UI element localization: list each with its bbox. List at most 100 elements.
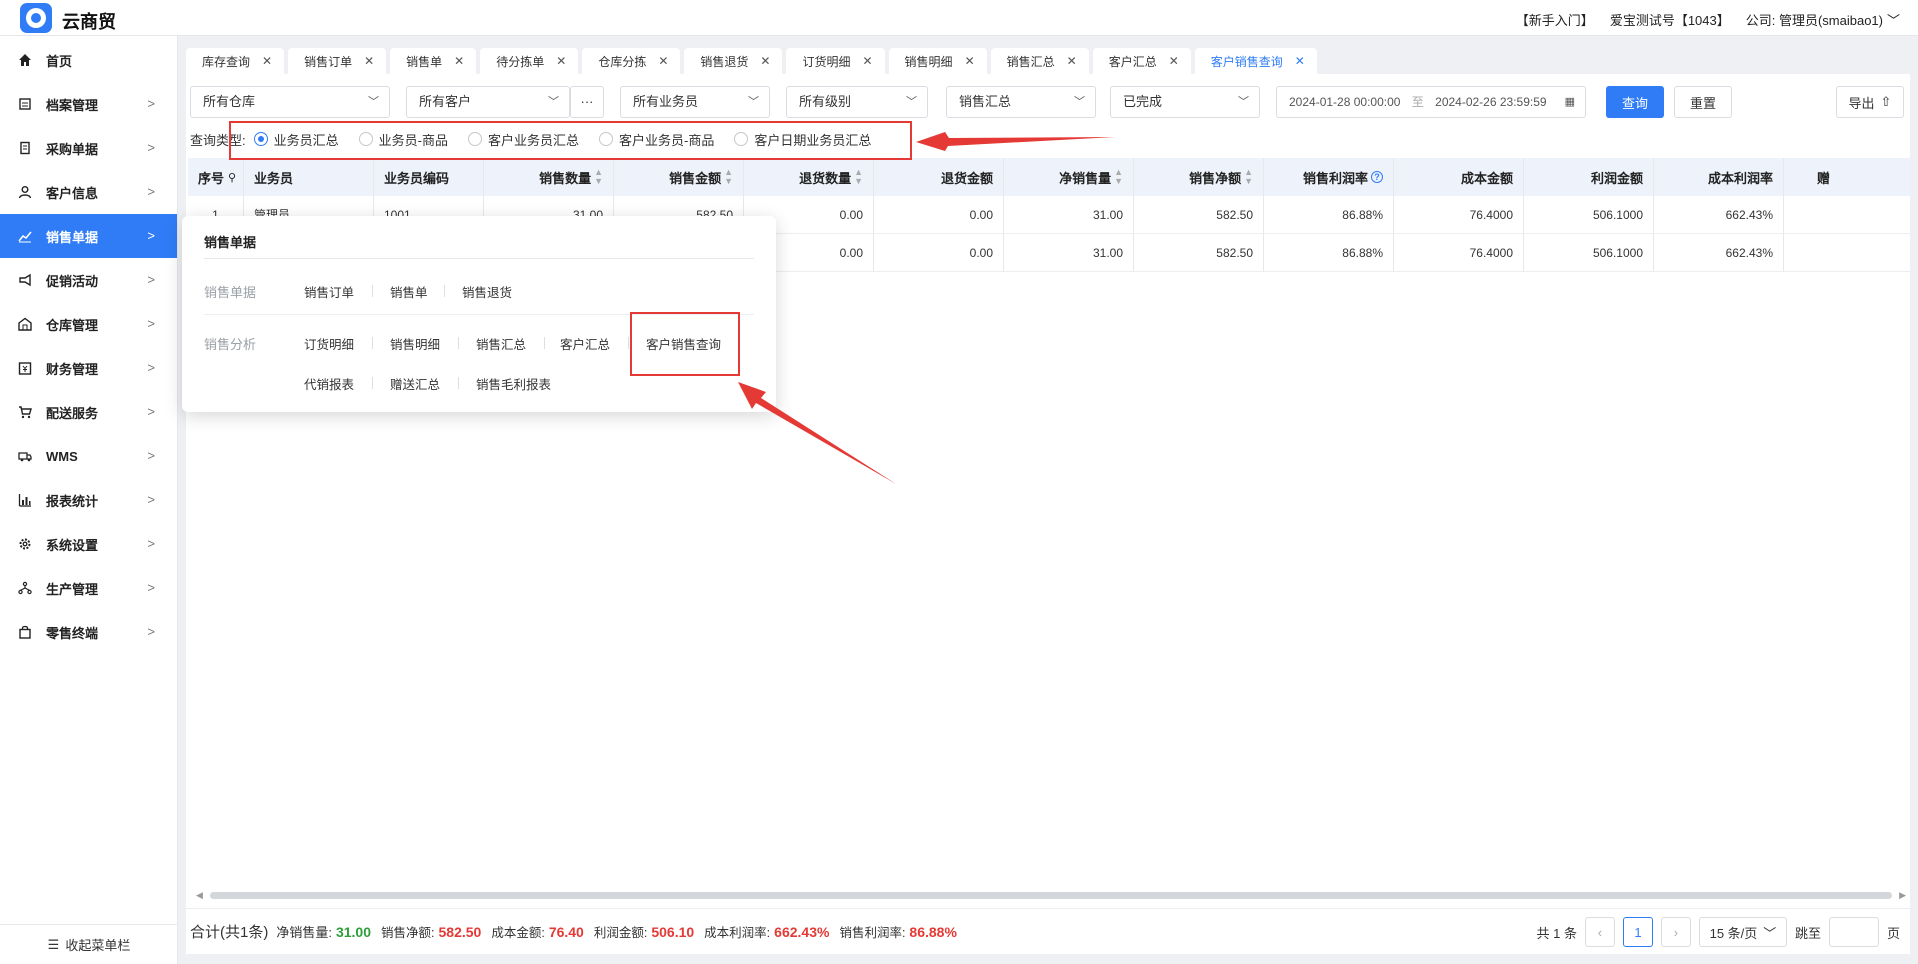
popup-link-sales-detail[interactable]: 销售明细 [390, 334, 440, 353]
col-net-amount[interactable]: 销售净额 ▲ ▼ [1134, 158, 1264, 196]
sidebar-item-home[interactable]: 首页 [0, 38, 177, 82]
chevron-right-icon: > [147, 492, 155, 507]
scroll-right-icon[interactable]: ▶ [1899, 890, 1906, 901]
collapse-menu-button[interactable]: ☰ 收起菜单栏 [0, 924, 178, 964]
scroll-left-icon[interactable]: ◀ [196, 890, 203, 901]
close-icon[interactable]: ✕ [658, 54, 668, 68]
date-range-picker[interactable]: 2024-01-28 00:00:00 至 2024-02-26 23:59:5… [1276, 86, 1586, 118]
total-count: 合计(共1条) [190, 924, 269, 941]
chevron-down-icon: ﹀ [748, 96, 759, 108]
tab-sales-slip[interactable]: 销售单 ✕ [390, 48, 477, 74]
col-return-qty[interactable]: 退货数量 ▲ ▼ [744, 158, 874, 196]
sort-icon[interactable]: ▲ ▼ [594, 168, 603, 186]
export-button[interactable]: 导出 ⇧ [1836, 86, 1904, 118]
sidebar-item-sales[interactable]: 销售单据 > [0, 214, 177, 258]
popup-link-sales-summary[interactable]: 销售汇总 [476, 334, 526, 353]
sidebar-item-delivery[interactable]: 配送服务 > [0, 390, 177, 434]
salesman-select[interactable]: 所有业务员 ﹀ [620, 86, 770, 118]
page-suffix: 页 [1886, 925, 1900, 941]
popup-link-sales-return[interactable]: 销售退货 [462, 282, 512, 301]
close-icon[interactable]: ✕ [965, 54, 975, 68]
scrollbar-thumb[interactable] [210, 892, 1892, 899]
warehouse-select[interactable]: 所有仓库 ﹀ [190, 86, 390, 118]
close-icon[interactable]: ✕ [364, 54, 374, 68]
col-net-qty[interactable]: 净销售量 ▲ ▼ [1004, 158, 1134, 196]
col-cost-margin: 成本利润率 [1654, 158, 1784, 196]
customer-more-button[interactable]: ··· [570, 86, 604, 118]
tab-sales-summary[interactable]: 销售汇总 ✕ [990, 48, 1089, 74]
sidebar-item-finance[interactable]: 财务管理 > [0, 346, 177, 390]
tab-sales-return[interactable]: 销售退货 ✕ [684, 48, 783, 74]
pager-total: 共 1 条 [1536, 925, 1577, 941]
col-index: 序号 ⚲ [188, 158, 244, 196]
next-page-button[interactable]: › [1660, 917, 1691, 947]
sort-icon[interactable]: ▲ ▼ [1244, 168, 1253, 186]
sidebar-item-warehouse[interactable]: 仓库管理 > [0, 302, 177, 346]
popup-link-consignment-report[interactable]: 代销报表 [304, 374, 354, 393]
help-icon[interactable]: ? [1371, 171, 1383, 183]
user-icon [18, 185, 32, 199]
tab-customer-summary[interactable]: 客户汇总 ✕ [1092, 48, 1191, 74]
popup-link-gross-profit-report[interactable]: 销售毛利报表 [476, 374, 551, 393]
tab-sales-order[interactable]: 销售订单 ✕ [288, 48, 387, 74]
close-icon[interactable]: ✕ [760, 54, 770, 68]
sidebar-item-production[interactable]: 生产管理 > [0, 566, 177, 610]
tab-warehouse-pick[interactable]: 仓库分拣 ✕ [582, 48, 681, 74]
sidebar-item-purchase[interactable]: 采购单据 > [0, 126, 177, 170]
page-number[interactable]: 1 [1622, 917, 1653, 947]
pin-icon[interactable]: ⚲ [228, 171, 236, 184]
reset-button[interactable]: 重置 [1674, 86, 1732, 118]
sidebar-item-wms[interactable]: WMS > [0, 434, 177, 478]
chevron-right-icon: > [147, 140, 155, 155]
report-type-select[interactable]: 销售汇总 ﹀ [946, 86, 1096, 118]
sidebar-item-reports[interactable]: 报表统计 > [0, 478, 177, 522]
col-sales-amount[interactable]: 销售金额 ▲ ▼ [614, 158, 744, 196]
total-net-qty: 31.00 [335, 923, 372, 940]
sort-icon[interactable]: ▲ ▼ [854, 168, 863, 186]
close-icon[interactable]: ✕ [1067, 54, 1077, 68]
chevron-down-icon: ﹀ [368, 96, 379, 108]
purchase-doc-icon [18, 141, 32, 155]
query-button[interactable]: 查询 [1606, 86, 1664, 118]
col-sales-qty[interactable]: 销售数量 ▲ ▼ [484, 158, 614, 196]
tab-order-detail[interactable]: 订货明细 ✕ [786, 48, 885, 74]
customer-select[interactable]: 所有客户 ﹀ [406, 86, 570, 118]
total-cost-margin: 662.43% [774, 923, 830, 940]
page-size-select[interactable]: 15 条/页 ﹀ [1698, 917, 1787, 947]
prev-page-button[interactable]: ‹ [1584, 917, 1615, 947]
tab-sales-detail[interactable]: 销售明细 ✕ [888, 48, 987, 74]
close-icon[interactable]: ✕ [556, 54, 566, 68]
level-select[interactable]: 所有级别 ﹀ [786, 86, 928, 118]
sidebar-item-retail[interactable]: 零售终端 > [0, 610, 177, 654]
sidebar-item-promotion[interactable]: 促销活动 > [0, 258, 177, 302]
popup-link-sales-order[interactable]: 销售订单 [304, 282, 354, 301]
tab-stock-query[interactable]: 库存查询 ✕ [186, 48, 285, 74]
sidebar-item-customer[interactable]: 客户信息 > [0, 170, 177, 214]
close-icon[interactable]: ✕ [1295, 54, 1305, 68]
tab-customer-sales-query[interactable]: 客户销售查询 ✕ [1194, 48, 1317, 74]
status-select[interactable]: 已完成 ﹀ [1110, 86, 1260, 118]
horizontal-scrollbar[interactable]: ◀ ▶ [196, 890, 1906, 900]
sort-icon[interactable]: ▲ ▼ [724, 168, 733, 186]
col-return-amount: 退货金额 [874, 158, 1004, 196]
close-icon[interactable]: ✕ [1169, 54, 1179, 68]
popup-link-gift-summary[interactable]: 赠送汇总 [390, 374, 440, 393]
page-tabs: 库存查询 ✕ 销售订单 ✕ 销售单 ✕ 待分拣单 ✕ 仓库分拣 ✕ 销售退货 ✕ 订货明细 ✕… [186, 48, 1317, 74]
tab-pending-pick[interactable]: 待分拣单 ✕ [480, 48, 579, 74]
sidebar-item-archive[interactable]: 档案管理 > [0, 82, 177, 126]
chevron-right-icon: > [147, 580, 155, 595]
close-icon[interactable]: ✕ [862, 54, 872, 68]
popup-link-customer-summary[interactable]: 客户汇总 [560, 334, 610, 353]
jump-page-input[interactable] [1828, 917, 1879, 947]
company-menu[interactable]: 公司: 管理员(smaibao1) ﹀ [1746, 10, 1900, 29]
close-icon[interactable]: ✕ [454, 54, 464, 68]
popup-link-order-detail[interactable]: 订货明细 [304, 334, 354, 353]
popup-link-sales-slip[interactable]: 销售单 [390, 282, 428, 301]
sidebar-item-settings[interactable]: 系统设置 > [0, 522, 177, 566]
gear-icon [18, 537, 32, 551]
close-icon[interactable]: ✕ [262, 54, 272, 68]
newbie-link[interactable]: 【新手入门】 [1516, 10, 1594, 29]
table-header: 序号 ⚲ 业务员 业务员编码 销售数量 ▲ ▼ 销售金额 ▲ ▼ 退货数量 ▲ ▼ 退货金额 … [188, 158, 1910, 196]
popup-title: 销售单据 [204, 235, 257, 250]
sort-icon[interactable]: ▲ ▼ [1114, 168, 1123, 186]
